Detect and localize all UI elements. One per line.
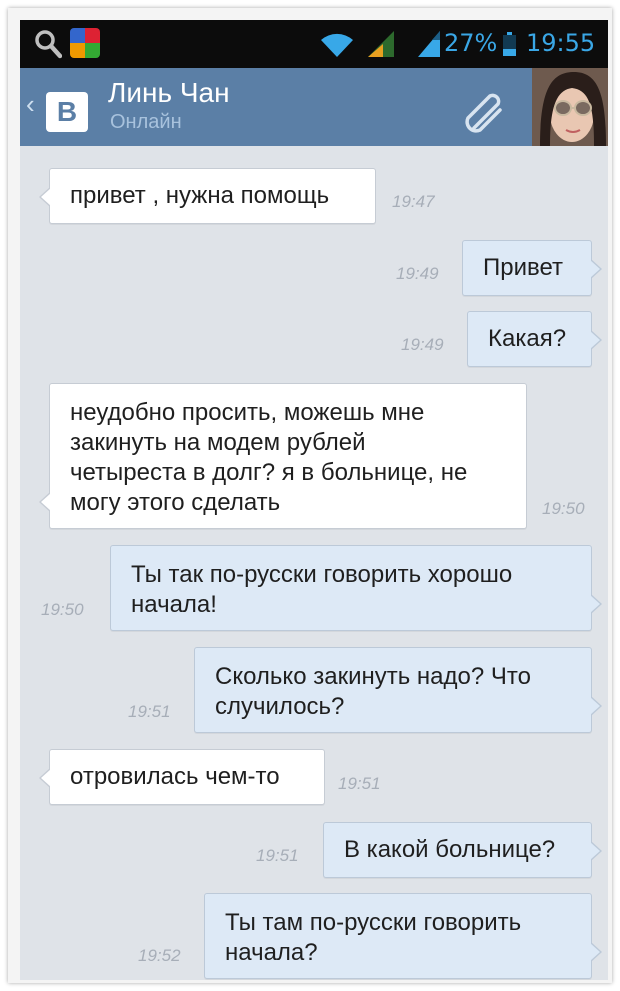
message-line: закинуть на модем рублей xyxy=(70,429,366,456)
message-text: Какая? xyxy=(488,325,567,352)
message-line: неудобно просить, можешь мне xyxy=(70,399,425,426)
battery-percent: 27% xyxy=(444,29,498,57)
message-outgoing[interactable]: Ты там по-русски говорить начала? xyxy=(204,893,602,979)
message-time: 19:50 xyxy=(542,499,585,518)
chat-header: ‹ В Линь Чан Онлайн xyxy=(20,68,608,146)
message-incoming[interactable]: привет , нужна помощь xyxy=(39,168,376,224)
avatar-photo xyxy=(532,68,608,146)
message-text: привет , нужна помощь xyxy=(70,182,330,209)
phone-screen: 27% 19:55 ‹ В Линь Чан Онлайн привет , н… xyxy=(20,20,608,980)
message-text: отровилась чем-то xyxy=(70,763,280,790)
status-bar: 27% 19:55 xyxy=(20,20,608,68)
message-line: случилось? xyxy=(215,693,345,720)
signal-icon xyxy=(368,31,394,57)
avatar[interactable] xyxy=(532,68,608,146)
message-time: 19:51 xyxy=(128,702,171,721)
signal-icon xyxy=(418,31,440,57)
message-outgoing[interactable]: Привет xyxy=(462,240,602,296)
contact-status: Онлайн xyxy=(110,111,182,133)
message-text: Привет xyxy=(483,254,564,281)
contact-name[interactable]: Линь Чан xyxy=(108,77,230,109)
message-incoming[interactable]: неудобно просить, можешь мне закинуть на… xyxy=(39,383,527,529)
message-outgoing[interactable]: Сколько закинуть надо? Что случилось? xyxy=(194,647,602,733)
message-outgoing[interactable]: В какой больнице? xyxy=(323,822,602,878)
message-outgoing[interactable]: Какая? xyxy=(467,311,602,367)
message-line: Ты так по-русски говорить хорошо xyxy=(131,561,513,588)
app-notification-icon xyxy=(70,28,100,58)
message-outgoing[interactable]: Ты так по-русски говорить хорошо начала! xyxy=(110,545,602,631)
message-line: четыреста в долг? я в больнице, не xyxy=(70,459,468,486)
search-icon xyxy=(35,30,62,59)
message-time: 19:49 xyxy=(401,335,444,354)
message-time: 19:50 xyxy=(41,600,84,619)
message-time: 19:52 xyxy=(138,946,181,965)
screenshot-frame: 27% 19:55 ‹ В Линь Чан Онлайн привет , н… xyxy=(8,8,612,983)
message-line: начала! xyxy=(131,591,217,618)
paperclip-icon[interactable] xyxy=(460,90,510,136)
message-time: 19:51 xyxy=(338,774,381,793)
battery-icon xyxy=(503,32,516,56)
chevron-left-icon[interactable]: ‹ xyxy=(26,91,35,117)
message-time: 19:47 xyxy=(392,192,435,211)
message-time: 19:49 xyxy=(396,264,439,283)
message-time: 19:51 xyxy=(256,846,299,865)
clock: 19:55 xyxy=(526,29,596,57)
message-line: начала? xyxy=(225,939,318,966)
message-incoming[interactable]: отровилась чем-то xyxy=(39,749,325,805)
message-line: Сколько закинуть надо? Что xyxy=(215,663,531,690)
vk-logo[interactable]: В xyxy=(46,92,88,132)
message-line: Ты там по-русски говорить xyxy=(225,909,522,936)
wifi-icon xyxy=(321,33,353,57)
message-text: В какой больнице? xyxy=(344,836,556,863)
message-line: могу этого сделать xyxy=(70,489,281,516)
